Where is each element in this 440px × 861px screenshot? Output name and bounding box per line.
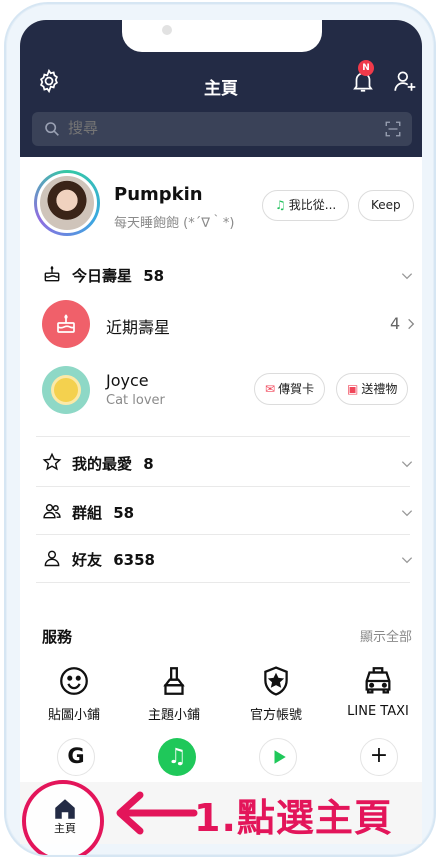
service-official-accounts[interactable]: 官方帳號 [230, 664, 322, 723]
app-screen: 主頁 N Pumpkin 每天睡飽飽 (*´∇｀*) ♫我比從... [20, 20, 422, 844]
favorites-label: 我的最愛 [72, 455, 133, 473]
app-shortcut-music[interactable]: ♫ [158, 738, 196, 776]
profile-name[interactable]: Pumpkin [114, 184, 203, 205]
friend-status: Cat lover [106, 393, 165, 408]
divider [36, 534, 410, 535]
cake-icon [44, 265, 60, 282]
recent-birthdays-count: 4 [390, 314, 401, 333]
profile-avatar[interactable] [34, 170, 100, 236]
person-icon [44, 550, 60, 567]
plus-icon: + [369, 743, 389, 768]
groups-count: 58 [113, 504, 135, 522]
groups-row[interactable]: 群組 58 [72, 502, 134, 523]
music-note-icon: ♫ [275, 198, 286, 212]
chevron-down-icon[interactable] [400, 457, 414, 471]
service-label: LINE TAXI [347, 704, 409, 719]
friends-count: 6358 [113, 551, 155, 569]
keep-button-label: Keep [371, 198, 401, 212]
play-icon [274, 750, 286, 764]
profile-status: 每天睡飽飽 (*´∇｀*) [114, 216, 235, 231]
paintbrush-icon [163, 667, 185, 695]
avatar-photo [37, 173, 97, 233]
search-input[interactable] [68, 112, 368, 146]
cake-icon [57, 314, 75, 333]
chevron-down-icon[interactable] [400, 269, 414, 283]
lemon-image [51, 375, 81, 405]
phone-frame: 主頁 N Pumpkin 每天睡飽飽 (*´∇｀*) ♫我比從... [4, 2, 436, 857]
favorites-count: 8 [143, 455, 154, 473]
envelope-icon: ✉ [265, 382, 276, 396]
chevron-down-icon[interactable] [400, 506, 414, 520]
music-note-icon: ♫ [167, 744, 187, 768]
service-label: 主題小鋪 [147, 708, 200, 723]
send-card-label: 傳賀卡 [278, 382, 315, 396]
chevron-right-icon[interactable] [404, 317, 418, 331]
app-shortcut-g[interactable]: G [57, 738, 95, 776]
recent-birthdays-label[interactable]: 近期壽星 [106, 314, 170, 338]
friend-name[interactable]: Joyce [106, 371, 149, 390]
birthdays-today-row[interactable]: 今日壽星 58 [72, 265, 164, 286]
favorites-row[interactable]: 我的最愛 8 [72, 453, 154, 474]
music-button-label: 我比從... [288, 198, 337, 212]
friends-label: 好友 [72, 551, 103, 569]
chevron-down-icon[interactable] [400, 553, 414, 567]
smiley-icon [60, 667, 88, 695]
add-friend-icon[interactable] [392, 68, 418, 94]
recent-birthday-avatar [42, 300, 90, 348]
divider [36, 436, 410, 437]
camera [162, 25, 172, 35]
group-icon [43, 504, 61, 519]
app-shortcut-add[interactable]: + [360, 738, 398, 776]
send-gift-label: 送禮物 [361, 382, 398, 396]
taxi-icon [365, 667, 391, 694]
friend-avatar[interactable] [42, 366, 90, 414]
groups-label: 群組 [72, 504, 103, 522]
qr-scan-icon[interactable] [384, 120, 402, 138]
shield-star-icon [264, 666, 288, 696]
header-bar: 主頁 N [20, 20, 422, 157]
send-gift-button[interactable]: ▣ 送禮物 [336, 373, 409, 405]
services-title: 服務 [42, 628, 73, 646]
keep-button[interactable]: Keep [358, 190, 414, 221]
divider [36, 486, 410, 487]
divider [36, 582, 410, 583]
annotation-text: 1.點選主頁 [194, 796, 393, 840]
notification-badge: N [358, 60, 374, 76]
service-label: 貼圖小鋪 [47, 708, 100, 723]
search-icon [45, 122, 59, 136]
search-bar[interactable] [32, 112, 412, 146]
g-logo-icon: G [67, 744, 85, 768]
home-tab-label[interactable]: 主頁 [42, 820, 88, 836]
app-shortcut-play[interactable] [259, 738, 297, 776]
send-card-button[interactable]: ✉ 傳賀卡 [254, 373, 326, 405]
service-line-taxi[interactable]: LINE TAXI [332, 664, 422, 719]
service-theme-shop[interactable]: 主題小鋪 [128, 664, 220, 723]
show-all-link[interactable]: 顯示全部 [360, 626, 412, 645]
annotation-arrow-icon [116, 791, 198, 835]
friends-row[interactable]: 好友 6358 [72, 549, 155, 570]
birthdays-today-count: 58 [143, 267, 165, 285]
service-sticker-shop[interactable]: 貼圖小鋪 [28, 664, 120, 723]
gift-icon: ▣ [347, 382, 359, 396]
notch [122, 20, 322, 52]
home-icon[interactable] [52, 796, 78, 822]
service-label: 官方帳號 [249, 708, 302, 723]
profile-music-button[interactable]: ♫ 我比從... [262, 190, 350, 221]
star-icon [42, 452, 62, 471]
birthdays-today-label: 今日壽星 [72, 267, 133, 285]
